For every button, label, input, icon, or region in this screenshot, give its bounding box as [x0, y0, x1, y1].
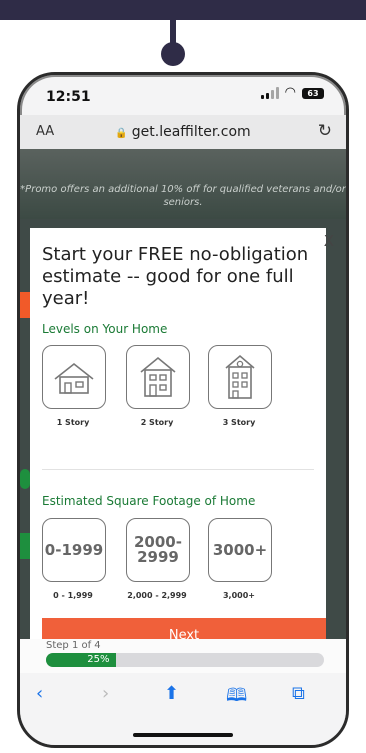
level-caption: 3 Story [222, 418, 256, 427]
promo-text: *Promo offers an additional 10% off for … [20, 184, 346, 208]
web-page: *Promo offers an additional 10% off for … [20, 149, 346, 674]
estimate-modal: X Start your FREE no-obligation estimate… [30, 228, 334, 672]
status-bar: 12:51 ◠ 63 [20, 75, 346, 115]
close-button[interactable]: X [324, 232, 334, 250]
house-3-story-icon [225, 354, 255, 399]
lock-icon: 🔒 [115, 128, 128, 139]
home-indicator [133, 733, 233, 737]
address-bar[interactable]: AA 🔒 get.leaffilter.com ↻ [20, 115, 346, 149]
sqft-option-3000-plus[interactable]: 3000+ [208, 518, 272, 582]
level-option-1-story[interactable] [42, 345, 106, 409]
connector-knob [161, 42, 185, 66]
house-1-story-icon [54, 362, 94, 394]
background-badge-edge [20, 469, 30, 489]
levels-label: Levels on Your Home [42, 322, 168, 336]
step-indicator: Step 1 of 4 [46, 640, 101, 651]
sqft-option-0-1999[interactable]: 0-1999 [42, 518, 106, 582]
modal-headline: Start your FREE no-obligation estimate -… [42, 244, 309, 309]
sqft-caption: 3,000+ [222, 591, 255, 600]
url-text: get.leaffilter.com [131, 124, 251, 140]
top-banner [0, 0, 366, 20]
phone-frame: 12:51 ◠ 63 AA 🔒 get.leaffilter.com ↻ *Pro… [17, 72, 349, 748]
progress-bar: 25% [46, 653, 324, 667]
back-icon[interactable]: ‹ [36, 683, 43, 704]
bookmarks-icon[interactable]: 🕮 [226, 683, 247, 713]
house-2-story-icon [140, 356, 176, 397]
section-divider [42, 469, 314, 470]
progress-fill: 25% [46, 653, 116, 667]
sqft-label: Estimated Square Footage of Home [42, 494, 256, 508]
battery-icon: 63 [302, 87, 324, 99]
status-icons: ◠ 63 [260, 85, 324, 100]
status-time: 12:51 [46, 89, 91, 105]
wifi-icon: ◠ [284, 85, 296, 100]
sqft-caption: 2,000 - 2,999 [127, 591, 187, 600]
forward-icon[interactable]: › [102, 683, 109, 704]
reload-icon[interactable]: ↻ [318, 121, 332, 141]
level-caption: 1 Story [56, 418, 90, 427]
level-option-3-story[interactable] [208, 345, 272, 409]
tabs-icon[interactable]: ⧉ [292, 683, 305, 704]
sqft-caption: 0 - 1,999 [53, 591, 93, 600]
level-option-2-story[interactable] [126, 345, 190, 409]
signal-icon [260, 87, 279, 99]
level-caption: 2 Story [140, 418, 174, 427]
url-field[interactable]: 🔒 get.leaffilter.com [20, 124, 346, 140]
share-icon[interactable]: ⬆ [164, 683, 179, 704]
sqft-option-2000-2999[interactable]: 2000- 2999 [126, 518, 190, 582]
